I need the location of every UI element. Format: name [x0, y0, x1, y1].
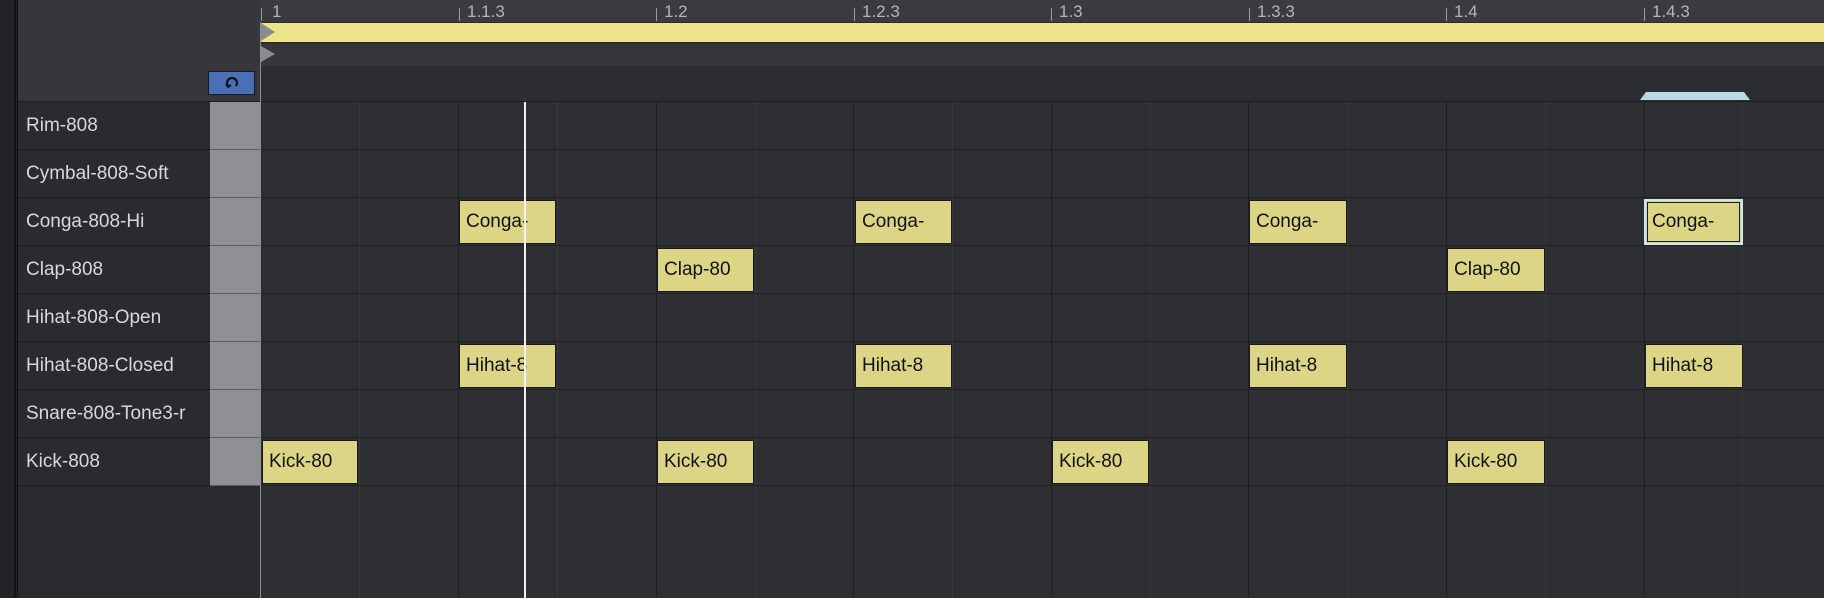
track-name-hihat-open[interactable]: Hihat-808-Open [18, 294, 210, 342]
track-name-cymbal[interactable]: Cymbal-808-Soft [18, 150, 210, 198]
midi-note-clap[interactable]: Clap-80 [657, 248, 754, 292]
midi-note-kick[interactable]: Kick-80 [657, 440, 754, 484]
ruler-tick: 1.4.3 [1652, 2, 1690, 21]
track-name-snare[interactable]: Snare-808-Tone3-r [18, 390, 210, 438]
loop-icon [224, 76, 238, 89]
left-gutter [0, 0, 18, 598]
pad-key[interactable] [210, 150, 261, 198]
pad-key[interactable] [210, 390, 261, 438]
midi-note-conga[interactable]: Conga- [459, 200, 556, 244]
time-selection-lane[interactable] [261, 66, 1824, 102]
track-name-conga[interactable]: Conga-808-Hi [18, 198, 210, 246]
pad-key[interactable] [210, 294, 261, 342]
ruler-tick: 1.4 [1454, 2, 1478, 21]
midi-note-conga-selected[interactable]: Conga- [1644, 199, 1743, 245]
pad-key[interactable] [210, 438, 261, 486]
loop-button[interactable] [208, 71, 255, 95]
playhead[interactable] [524, 102, 526, 598]
pad-key[interactable] [210, 246, 261, 294]
ruler-tick: 1.3 [1059, 2, 1083, 21]
ruler-tick: 1.2 [664, 2, 688, 21]
track-name-kick[interactable]: Kick-808 [18, 438, 210, 486]
start-marker[interactable] [261, 46, 275, 62]
pad-key[interactable] [210, 102, 261, 150]
track-name-rim[interactable]: Rim-808 [18, 102, 210, 150]
grid-start-line [260, 22, 261, 598]
midi-note-hihat[interactable]: Hihat-8 [855, 344, 952, 388]
pad-key[interactable] [210, 198, 261, 246]
beat-ruler[interactable]: 1 1.1.3 1.2 1.2.3 1.3 1.3.3 1.4 1.4.3 [261, 0, 1824, 22]
time-selection-indicator [1640, 92, 1750, 100]
track-name-clap[interactable]: Clap-808 [18, 246, 210, 294]
midi-note-hihat[interactable]: Hihat-8 [459, 344, 556, 388]
midi-note-hihat[interactable]: Hihat-8 [1249, 344, 1347, 388]
midi-note-kick[interactable]: Kick-80 [1052, 440, 1149, 484]
ruler-tick: 1 [272, 2, 282, 21]
loop-brace[interactable] [261, 23, 1824, 42]
midi-note-conga[interactable]: Conga- [1249, 200, 1347, 244]
ruler-tick: 1.1.3 [467, 2, 505, 21]
midi-note-kick[interactable]: Kick-80 [1447, 440, 1545, 484]
ruler-tick: 1.2.3 [862, 2, 900, 21]
midi-note-hihat[interactable]: Hihat-8 [1645, 344, 1743, 388]
pad-key[interactable] [210, 342, 261, 390]
midi-note-kick[interactable]: Kick-80 [262, 440, 358, 484]
ruler-tick: 1.3.3 [1257, 2, 1295, 21]
track-name-hihat-closed[interactable]: Hihat-808-Closed [18, 342, 210, 390]
midi-note-conga[interactable]: Conga- [855, 200, 952, 244]
midi-note-clap[interactable]: Clap-80 [1447, 248, 1545, 292]
marker-lane[interactable] [261, 44, 1824, 66]
loop-start-marker[interactable] [261, 23, 275, 41]
